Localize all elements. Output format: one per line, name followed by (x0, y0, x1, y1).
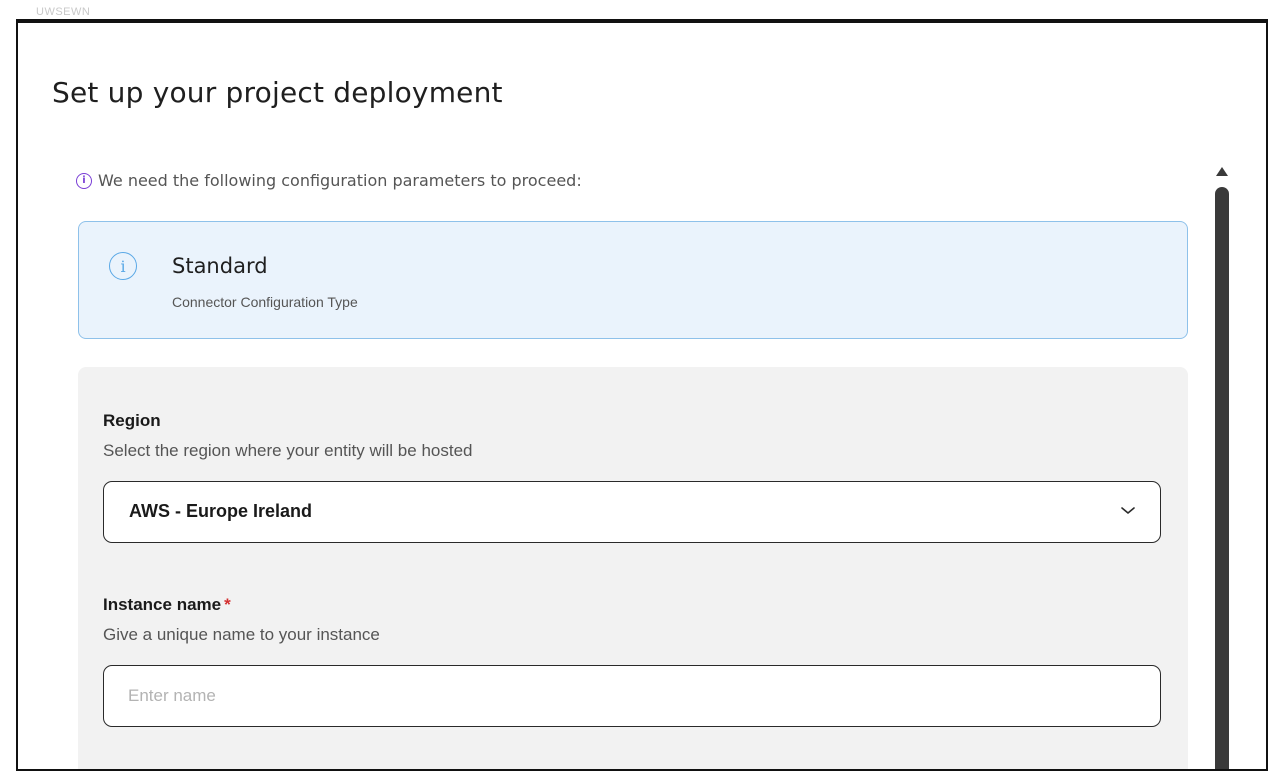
config-type-subtitle: Connector Configuration Type (172, 294, 358, 310)
config-notice-text: We need the following configuration para… (98, 171, 582, 190)
region-select-value: AWS - Europe Ireland (129, 501, 313, 521)
scrollbar-thumb[interactable] (1215, 187, 1229, 769)
config-notice: i We need the following configuration pa… (76, 171, 582, 190)
region-select[interactable]: AWS - Europe Ireland (103, 481, 1161, 543)
info-icon: i (76, 172, 92, 189)
deployment-modal: Set up your project deployment i We need… (16, 19, 1268, 771)
required-mark: * (224, 595, 231, 614)
chevron-down-icon (1121, 507, 1135, 514)
config-type-card: i Standard Connector Configuration Type (78, 221, 1188, 339)
modal-title: Set up your project deployment (52, 76, 503, 109)
region-label: Region (103, 411, 161, 430)
instance-name-label: Instance name * (103, 595, 231, 615)
info-icon: i (109, 252, 137, 280)
instance-name-help: Give a unique name to your instance (103, 625, 380, 644)
instance-name-input[interactable] (103, 665, 1161, 727)
form-panel: Region Select the region where your enti… (78, 367, 1188, 769)
region-help: Select the region where your entity will… (103, 441, 473, 460)
config-type-title: Standard (172, 254, 268, 278)
scroll-up-arrow-icon[interactable] (1216, 167, 1228, 176)
backdrop-text: UWSEWN (36, 6, 91, 18)
modal-scrollbar[interactable] (1210, 159, 1234, 769)
instance-name-label-text: Instance name (103, 595, 222, 614)
